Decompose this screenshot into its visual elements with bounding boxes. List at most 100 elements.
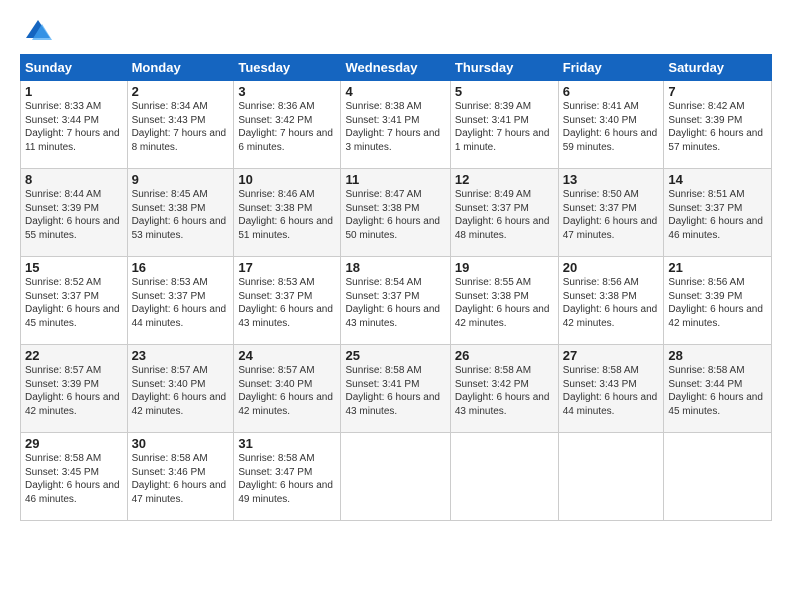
logo [20,16,52,44]
day-number: 20 [563,260,660,275]
calendar-cell: 25 Sunrise: 8:58 AMSunset: 3:41 PMDaylig… [341,345,450,433]
day-number: 5 [455,84,554,99]
day-info: Sunrise: 8:56 AMSunset: 3:39 PMDaylight:… [668,277,763,329]
calendar-cell: 15 Sunrise: 8:52 AMSunset: 3:37 PMDaylig… [21,257,128,345]
day-number: 11 [345,172,445,187]
calendar-cell [341,433,450,521]
day-info: Sunrise: 8:57 AMSunset: 3:40 PMDaylight:… [132,365,227,417]
calendar-cell: 24 Sunrise: 8:57 AMSunset: 3:40 PMDaylig… [234,345,341,433]
calendar-cell: 22 Sunrise: 8:57 AMSunset: 3:39 PMDaylig… [21,345,128,433]
calendar-week-row: 8 Sunrise: 8:44 AMSunset: 3:39 PMDayligh… [21,169,772,257]
calendar-cell: 5 Sunrise: 8:39 AMSunset: 3:41 PMDayligh… [450,81,558,169]
day-number: 1 [25,84,123,99]
day-number: 29 [25,436,123,451]
day-info: Sunrise: 8:58 AMSunset: 3:44 PMDaylight:… [668,365,763,417]
day-info: Sunrise: 8:54 AMSunset: 3:37 PMDaylight:… [345,277,440,329]
day-of-week-header: Tuesday [234,55,341,81]
calendar-cell: 23 Sunrise: 8:57 AMSunset: 3:40 PMDaylig… [127,345,234,433]
calendar-cell: 13 Sunrise: 8:50 AMSunset: 3:37 PMDaylig… [558,169,664,257]
day-of-week-header: Monday [127,55,234,81]
calendar-cell: 16 Sunrise: 8:53 AMSunset: 3:37 PMDaylig… [127,257,234,345]
day-number: 21 [668,260,767,275]
calendar-cell: 1 Sunrise: 8:33 AMSunset: 3:44 PMDayligh… [21,81,128,169]
calendar-cell [558,433,664,521]
day-of-week-header: Thursday [450,55,558,81]
day-number: 14 [668,172,767,187]
day-number: 15 [25,260,123,275]
day-number: 4 [345,84,445,99]
calendar-week-row: 1 Sunrise: 8:33 AMSunset: 3:44 PMDayligh… [21,81,772,169]
day-info: Sunrise: 8:58 AMSunset: 3:41 PMDaylight:… [345,365,440,417]
day-number: 19 [455,260,554,275]
day-of-week-header: Wednesday [341,55,450,81]
day-number: 13 [563,172,660,187]
calendar-cell: 21 Sunrise: 8:56 AMSunset: 3:39 PMDaylig… [664,257,772,345]
day-info: Sunrise: 8:51 AMSunset: 3:37 PMDaylight:… [668,189,763,241]
day-info: Sunrise: 8:53 AMSunset: 3:37 PMDaylight:… [238,277,333,329]
day-number: 6 [563,84,660,99]
day-info: Sunrise: 8:39 AMSunset: 3:41 PMDaylight:… [455,101,550,153]
day-info: Sunrise: 8:46 AMSunset: 3:38 PMDaylight:… [238,189,333,241]
day-of-week-header: Saturday [664,55,772,81]
calendar-cell: 9 Sunrise: 8:45 AMSunset: 3:38 PMDayligh… [127,169,234,257]
calendar-cell: 18 Sunrise: 8:54 AMSunset: 3:37 PMDaylig… [341,257,450,345]
day-info: Sunrise: 8:34 AMSunset: 3:43 PMDaylight:… [132,101,227,153]
day-info: Sunrise: 8:56 AMSunset: 3:38 PMDaylight:… [563,277,658,329]
day-of-week-header: Friday [558,55,664,81]
day-number: 10 [238,172,336,187]
logo-icon [24,16,52,44]
day-number: 17 [238,260,336,275]
day-info: Sunrise: 8:53 AMSunset: 3:37 PMDaylight:… [132,277,227,329]
calendar-table: SundayMondayTuesdayWednesdayThursdayFrid… [20,54,772,521]
day-info: Sunrise: 8:44 AMSunset: 3:39 PMDaylight:… [25,189,120,241]
day-of-week-header: Sunday [21,55,128,81]
day-info: Sunrise: 8:45 AMSunset: 3:38 PMDaylight:… [132,189,227,241]
day-number: 31 [238,436,336,451]
calendar-cell: 27 Sunrise: 8:58 AMSunset: 3:43 PMDaylig… [558,345,664,433]
day-info: Sunrise: 8:58 AMSunset: 3:46 PMDaylight:… [132,453,227,505]
page: SundayMondayTuesdayWednesdayThursdayFrid… [0,0,792,612]
day-number: 18 [345,260,445,275]
day-info: Sunrise: 8:57 AMSunset: 3:40 PMDaylight:… [238,365,333,417]
day-number: 28 [668,348,767,363]
day-info: Sunrise: 8:50 AMSunset: 3:37 PMDaylight:… [563,189,658,241]
calendar-cell: 20 Sunrise: 8:56 AMSunset: 3:38 PMDaylig… [558,257,664,345]
day-info: Sunrise: 8:33 AMSunset: 3:44 PMDaylight:… [25,101,120,153]
day-info: Sunrise: 8:49 AMSunset: 3:37 PMDaylight:… [455,189,550,241]
calendar-header-row: SundayMondayTuesdayWednesdayThursdayFrid… [21,55,772,81]
calendar-cell: 8 Sunrise: 8:44 AMSunset: 3:39 PMDayligh… [21,169,128,257]
calendar-week-row: 15 Sunrise: 8:52 AMSunset: 3:37 PMDaylig… [21,257,772,345]
day-number: 9 [132,172,230,187]
day-info: Sunrise: 8:58 AMSunset: 3:43 PMDaylight:… [563,365,658,417]
day-number: 2 [132,84,230,99]
calendar-cell: 4 Sunrise: 8:38 AMSunset: 3:41 PMDayligh… [341,81,450,169]
calendar-cell: 12 Sunrise: 8:49 AMSunset: 3:37 PMDaylig… [450,169,558,257]
calendar-cell [664,433,772,521]
day-number: 3 [238,84,336,99]
calendar-cell [450,433,558,521]
day-number: 26 [455,348,554,363]
day-number: 24 [238,348,336,363]
day-number: 30 [132,436,230,451]
calendar-cell: 31 Sunrise: 8:58 AMSunset: 3:47 PMDaylig… [234,433,341,521]
calendar-cell: 3 Sunrise: 8:36 AMSunset: 3:42 PMDayligh… [234,81,341,169]
calendar-cell: 11 Sunrise: 8:47 AMSunset: 3:38 PMDaylig… [341,169,450,257]
calendar-cell: 19 Sunrise: 8:55 AMSunset: 3:38 PMDaylig… [450,257,558,345]
day-number: 7 [668,84,767,99]
day-info: Sunrise: 8:41 AMSunset: 3:40 PMDaylight:… [563,101,658,153]
day-info: Sunrise: 8:57 AMSunset: 3:39 PMDaylight:… [25,365,120,417]
day-info: Sunrise: 8:38 AMSunset: 3:41 PMDaylight:… [345,101,440,153]
day-number: 22 [25,348,123,363]
calendar-cell: 26 Sunrise: 8:58 AMSunset: 3:42 PMDaylig… [450,345,558,433]
day-info: Sunrise: 8:36 AMSunset: 3:42 PMDaylight:… [238,101,333,153]
day-number: 27 [563,348,660,363]
day-info: Sunrise: 8:42 AMSunset: 3:39 PMDaylight:… [668,101,763,153]
day-info: Sunrise: 8:58 AMSunset: 3:47 PMDaylight:… [238,453,333,505]
day-number: 12 [455,172,554,187]
day-info: Sunrise: 8:52 AMSunset: 3:37 PMDaylight:… [25,277,120,329]
day-number: 8 [25,172,123,187]
day-number: 25 [345,348,445,363]
day-info: Sunrise: 8:58 AMSunset: 3:45 PMDaylight:… [25,453,120,505]
header [20,16,772,44]
day-number: 23 [132,348,230,363]
